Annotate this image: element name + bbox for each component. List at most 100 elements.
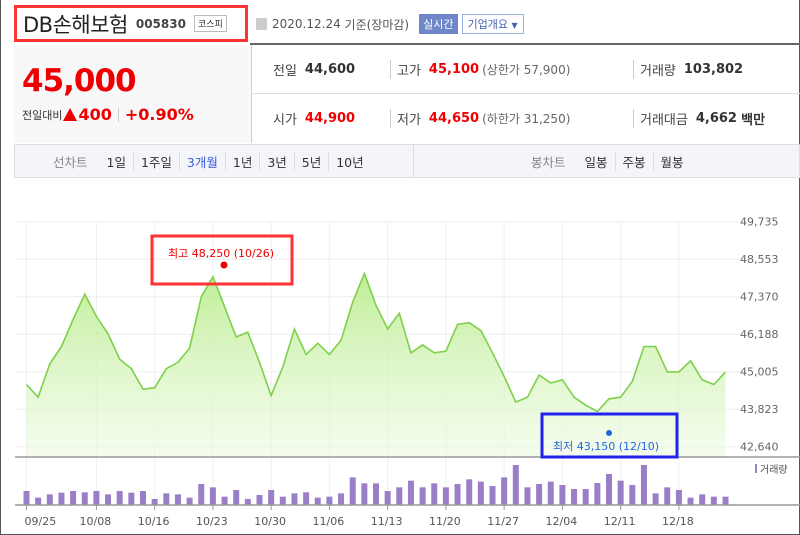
volume-bar bbox=[606, 474, 612, 505]
x-tick-label: 10/23 bbox=[196, 515, 228, 528]
price-chart: 49,735 48,553 47,370 46,188 45,005 43,823 42,6… bbox=[15, 216, 800, 528]
volume-bar bbox=[396, 487, 403, 505]
volume-bar bbox=[349, 477, 356, 505]
max-point bbox=[220, 261, 228, 269]
volume-bar bbox=[477, 481, 484, 505]
volume-bar bbox=[664, 487, 671, 505]
volume-bar bbox=[442, 487, 449, 505]
low-label: 저가 bbox=[397, 113, 421, 128]
chart-tabs: 선차트 1일 1주일 3개월 1년 3년 5년 10년 봉차트 일봉 주봉 월봉 bbox=[14, 144, 800, 178]
stock-title: DB손해보험 005830 코스피 bbox=[14, 5, 248, 42]
volume-bar bbox=[512, 465, 519, 505]
y-tick-label: 49,735 bbox=[740, 216, 779, 229]
chevron-down-icon: ▼ bbox=[511, 21, 518, 30]
x-tick-label: 10/08 bbox=[80, 515, 112, 528]
tab-5y[interactable]: 5년 bbox=[293, 151, 328, 171]
volume-bar bbox=[303, 492, 310, 505]
volume-bar bbox=[233, 490, 240, 505]
volume-bar bbox=[466, 479, 473, 505]
volume-bar bbox=[373, 483, 379, 505]
volume-bar bbox=[174, 494, 181, 505]
x-tick-label: 10/30 bbox=[254, 515, 286, 528]
volume-bar bbox=[547, 481, 554, 505]
price-panel: 45,000 전일대비 400 +0.90% bbox=[14, 45, 252, 143]
volume-bar bbox=[536, 484, 543, 505]
volume-bar bbox=[244, 499, 251, 505]
volume-bar bbox=[198, 484, 205, 505]
tab-weekly[interactable]: 주봉 bbox=[614, 151, 653, 171]
high-label: 고가 bbox=[397, 63, 421, 79]
volume-bar bbox=[582, 489, 589, 505]
volume-bar bbox=[70, 491, 77, 505]
volume-bar bbox=[221, 496, 228, 505]
quote-table: 전일 44,600 고가 45,100 (상한가 57,900) 거래량 103,802… bbox=[253, 45, 800, 143]
open-label: 시가 bbox=[273, 113, 297, 128]
tab-3y[interactable]: 3년 bbox=[259, 151, 293, 171]
volume-bar bbox=[128, 492, 135, 505]
volume-bar bbox=[384, 491, 391, 505]
x-tick-label: 11/27 bbox=[487, 515, 519, 528]
min-annotation: 최저 43,150 (12/10) bbox=[553, 440, 659, 453]
tab-10y[interactable]: 10년 bbox=[328, 151, 370, 171]
change-label: 전일대비 bbox=[22, 108, 63, 122]
volume-bar bbox=[722, 496, 729, 505]
company-overview-button[interactable]: 기업개요 ▼ bbox=[461, 14, 524, 34]
open-value: 44,900 bbox=[304, 111, 356, 126]
up-triangle-icon bbox=[63, 108, 78, 121]
volume-bar bbox=[81, 492, 88, 505]
volume-bar bbox=[559, 485, 566, 505]
line-chart-label: 선차트 bbox=[53, 154, 88, 170]
volume-bar bbox=[687, 497, 694, 505]
realtime-button[interactable]: 실시간 bbox=[419, 14, 458, 34]
quote-row: 전일 44,600 고가 45,100 (상한가 57,900) 거래량 103,802 bbox=[253, 45, 800, 94]
line-chart-tabs: 선차트 1일 1주일 3개월 1년 3년 5년 10년 bbox=[53, 145, 371, 177]
divider bbox=[413, 145, 414, 177]
x-tick-label: 09/25 bbox=[25, 515, 57, 528]
volume-bar bbox=[431, 483, 438, 505]
tab-1y[interactable]: 1년 bbox=[224, 151, 259, 171]
volume-bar bbox=[675, 490, 682, 505]
y-tick-label: 47,370 bbox=[740, 291, 779, 304]
volume-bar bbox=[209, 487, 216, 505]
change-value: 400 bbox=[78, 105, 112, 124]
volume-bar bbox=[163, 493, 170, 505]
volume-bar bbox=[524, 487, 531, 505]
volume-bar bbox=[571, 489, 578, 505]
candle-chart-label: 봉차트 bbox=[531, 154, 566, 170]
market-badge: 코스피 bbox=[193, 15, 227, 32]
x-tick-label: 12/04 bbox=[546, 515, 578, 528]
stock-name: DB손해보험 bbox=[23, 12, 128, 37]
volume-bar bbox=[140, 491, 146, 505]
company-overview-label: 기업개요 bbox=[467, 18, 508, 31]
volume-bar bbox=[652, 493, 659, 505]
volume-bar bbox=[617, 480, 624, 505]
volume-bar bbox=[256, 495, 263, 505]
volume-bar bbox=[710, 496, 717, 505]
lower-limit: (하한가 31,250) bbox=[482, 112, 571, 126]
volume-bar bbox=[116, 491, 123, 505]
tab-1d[interactable]: 1일 bbox=[100, 152, 133, 171]
amount-value: 4,662 bbox=[695, 111, 737, 126]
x-tick-label: 10/16 bbox=[138, 515, 170, 528]
volume-bar bbox=[23, 491, 30, 505]
price-change: 전일대비 400 +0.90% bbox=[22, 105, 194, 124]
volume-legend-icon bbox=[755, 464, 757, 473]
calendar-icon bbox=[256, 18, 267, 30]
tab-daily[interactable]: 일봉 bbox=[578, 152, 615, 171]
min-point bbox=[606, 430, 612, 436]
x-tick-label: 12/11 bbox=[604, 515, 636, 528]
volume-bar bbox=[186, 497, 193, 505]
date: 2020.12.24 bbox=[272, 17, 341, 31]
tab-3m[interactable]: 3개월 bbox=[178, 151, 225, 171]
tab-1w[interactable]: 1주일 bbox=[132, 151, 179, 171]
volume-bar bbox=[640, 465, 647, 505]
x-tick-label: 11/20 bbox=[429, 515, 461, 528]
tab-monthly[interactable]: 월봉 bbox=[652, 151, 691, 171]
amount-label: 거래대금 bbox=[640, 113, 688, 128]
x-tick-label: 12/18 bbox=[662, 515, 694, 528]
y-tick-label: 45,005 bbox=[740, 366, 779, 379]
y-tick-label: 48,553 bbox=[740, 253, 779, 266]
volume-bar bbox=[35, 497, 42, 505]
upper-limit: (상한가 57,900) bbox=[482, 62, 571, 77]
volume-bar bbox=[629, 485, 636, 505]
